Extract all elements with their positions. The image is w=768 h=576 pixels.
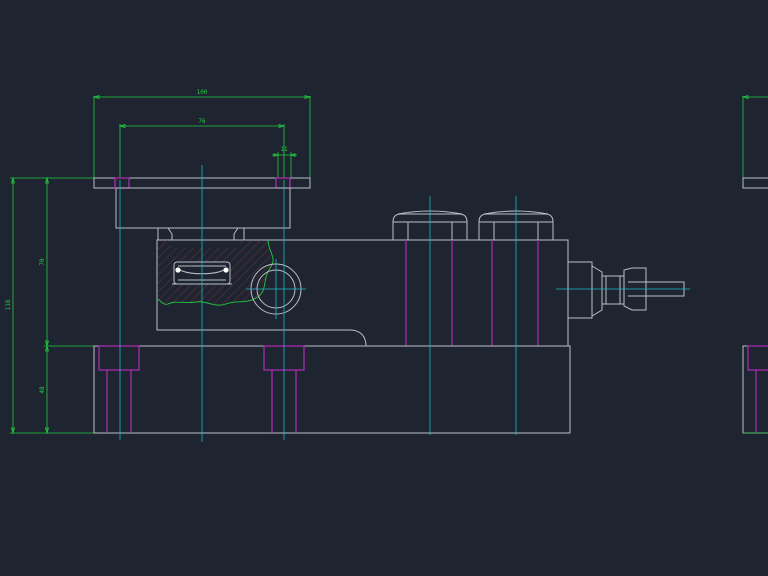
dim-height-total-text: 118 [5,299,12,310]
dim-height-total: 118 [5,176,94,435]
dim-height-upper: 70 [39,176,94,348]
cable-gland[interactable] [567,261,685,319]
dim-top-overall-text: 100 [197,89,208,96]
dim-height-lower-text: 48 [39,386,46,394]
base-plate[interactable] [93,345,571,434]
base-counterbore-left [98,345,140,433]
dim-top-hole-spacing-text: 76 [198,118,206,125]
dim-top-hole-dia: 11 [272,146,297,178]
top-mount-block[interactable] [115,187,291,229]
cad-drawing-canvas[interactable]: 100 76 11 118 70 48 [0,0,768,576]
load-cell-body[interactable] [150,236,569,347]
dim-height-lower: 48 [39,344,50,435]
body-bolt-holes [405,240,539,346]
second-view-partial[interactable] [741,94,768,434]
dim-top-hole-dia-text: 11 [280,146,288,153]
load-button-stud[interactable] [157,227,245,240]
dim-height-upper-text: 70 [39,258,46,266]
